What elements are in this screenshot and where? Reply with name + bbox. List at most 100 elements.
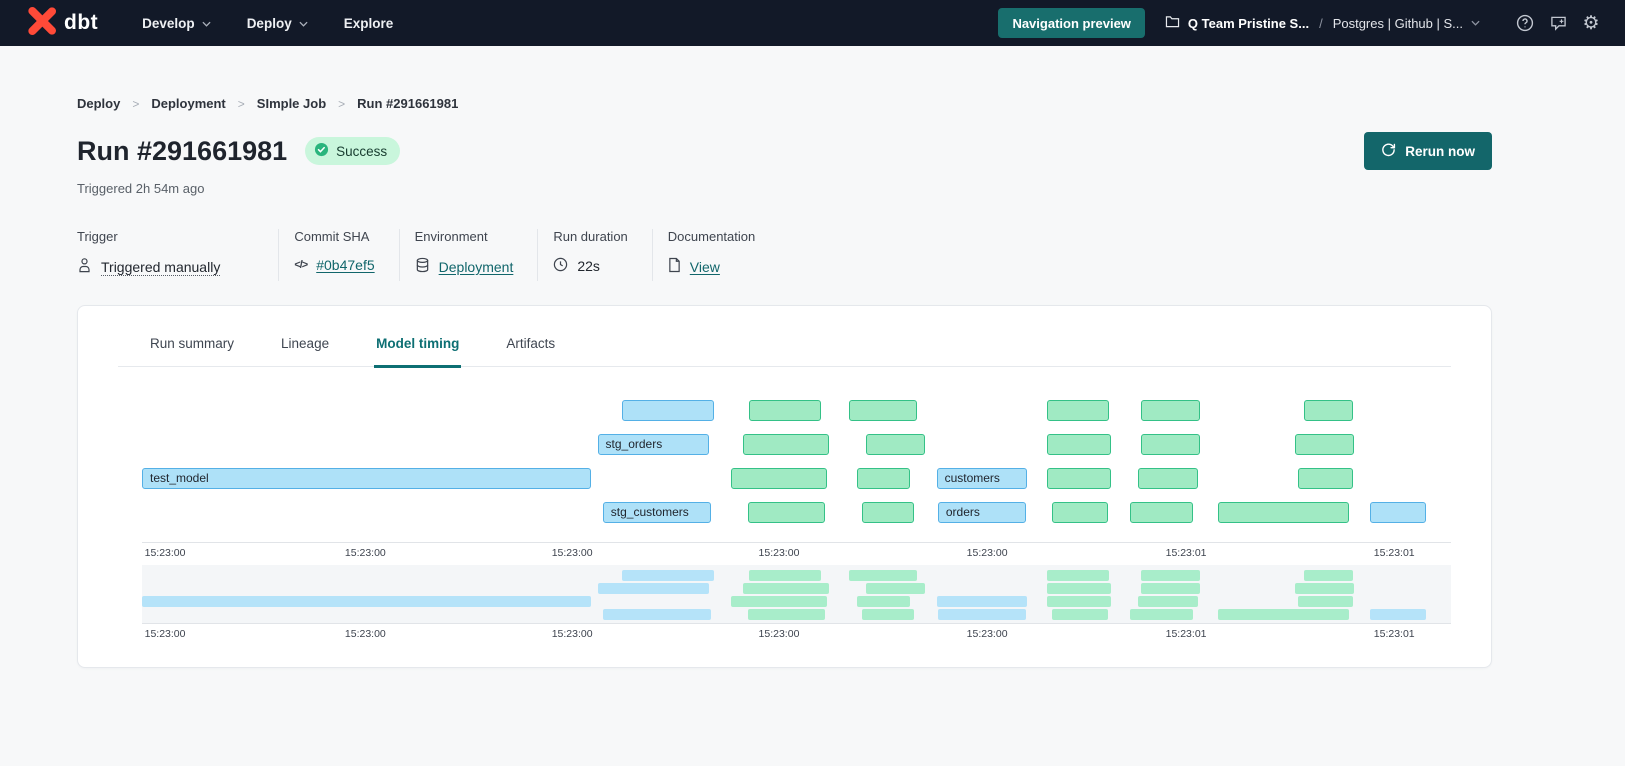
axis-tick-label: 15:23:01 [1166, 628, 1207, 640]
nav-deploy[interactable]: Deploy [247, 16, 308, 31]
test-bar [1218, 609, 1349, 620]
dbt-logo-mark-icon [26, 5, 58, 42]
gantt-row: stg_orders [142, 428, 1451, 462]
page-title: Run #291661981 [77, 136, 287, 167]
test-bar [749, 570, 821, 581]
axis-tick-label: 15:23:01 [1166, 547, 1207, 559]
test-bar[interactable] [1141, 434, 1200, 455]
orders-model-bar [938, 609, 1026, 620]
stg_customers-model-bar[interactable]: stg_customers [603, 502, 712, 523]
test-bar [857, 596, 911, 607]
breadcrumb-deploy[interactable]: Deploy [77, 96, 120, 111]
model-bar[interactable] [1370, 502, 1426, 523]
test-bar[interactable] [749, 400, 821, 421]
gantt-plot-area[interactable]: stg_orders test_model customers stg_custome… [142, 381, 1451, 542]
nav-explore-label: Explore [344, 16, 394, 31]
test-bar [743, 583, 829, 594]
breadcrumb-run[interactable]: Run #291661981 [357, 96, 458, 111]
commit-sha-link[interactable]: #0b47ef5 [316, 257, 374, 273]
test-bar[interactable] [743, 434, 829, 455]
test-bar[interactable] [731, 468, 827, 489]
status-badge: Success [305, 137, 400, 165]
test-bar[interactable] [1141, 400, 1200, 421]
gear-icon[interactable]: ⚙ [1579, 11, 1603, 35]
orders-model-bar[interactable]: orders [938, 502, 1026, 523]
test-bar[interactable] [1218, 502, 1349, 523]
test-bar [1047, 570, 1110, 581]
axis-tick-label: 15:23:00 [552, 547, 593, 559]
test-bar[interactable] [1304, 400, 1352, 421]
test-bar[interactable] [1047, 434, 1111, 455]
triggered-ago-text: Triggered 2h 54m ago [77, 181, 1492, 196]
test-bar[interactable] [1047, 400, 1110, 421]
rerun-now-button[interactable]: Rerun now [1364, 132, 1492, 170]
nav-develop-label: Develop [142, 16, 195, 31]
test-bar [1298, 596, 1353, 607]
model-timing-chart: stg_orders test_model customers stg_custome… [142, 381, 1451, 641]
gantt-row [142, 394, 1451, 428]
test-bar[interactable] [1298, 468, 1353, 489]
test-bar[interactable] [1138, 468, 1198, 489]
dbt-logo[interactable]: dbt [26, 5, 98, 42]
gantt-range-slider[interactable] [142, 565, 1451, 623]
meta-duration-value: 22s [577, 258, 600, 274]
nav-explore[interactable]: Explore [344, 16, 394, 31]
meta-commit-sha: Commit SHA </> #0b47ef5 [278, 229, 398, 281]
test-bar [1047, 596, 1111, 607]
help-icon[interactable] [1513, 11, 1537, 35]
test-bar[interactable] [857, 468, 911, 489]
test-bar [1141, 570, 1200, 581]
rerun-now-label: Rerun now [1405, 144, 1475, 159]
minimap-row [142, 608, 1451, 621]
axis-tick-label: 15:23:00 [967, 547, 1008, 559]
test-bar [1130, 609, 1193, 620]
axis-tick-label: 15:23:01 [1374, 547, 1415, 559]
customers-model-bar[interactable]: customers [937, 468, 1027, 489]
meta-duration-label: Run duration [553, 229, 627, 244]
meta-trigger-label: Trigger [77, 229, 220, 244]
breadcrumb: Deploy > Deployment > SImple Job > Run #… [77, 96, 1492, 111]
account-project-switcher[interactable]: Q Team Pristine S... / Postgres | Github… [1165, 15, 1480, 31]
account-separator: / [1319, 16, 1323, 31]
breadcrumb-deployment[interactable]: Deployment [151, 96, 225, 111]
chevron-down-icon [202, 21, 211, 27]
test-bar[interactable] [866, 434, 925, 455]
test-bar[interactable] [1295, 434, 1354, 455]
tab-lineage[interactable]: Lineage [279, 330, 331, 368]
test-bar[interactable] [748, 502, 825, 523]
stg_orders-model-bar[interactable]: stg_orders [598, 434, 709, 455]
nav-deploy-label: Deploy [247, 16, 292, 31]
breadcrumb-job[interactable]: SImple Job [257, 96, 326, 111]
test-bar[interactable] [1052, 502, 1108, 523]
status-badge-label: Success [336, 144, 387, 159]
meta-trigger-value[interactable]: Triggered manually [101, 259, 220, 275]
breadcrumb-separator: > [238, 97, 245, 111]
breadcrumb-separator: > [338, 97, 345, 111]
test-bar [1295, 583, 1354, 594]
tab-run-summary[interactable]: Run summary [148, 330, 236, 368]
model-bar[interactable] [622, 400, 714, 421]
navigation-preview-button[interactable]: Navigation preview [998, 8, 1144, 38]
feedback-icon[interactable] [1546, 11, 1570, 35]
stg_customers-model-bar [603, 609, 712, 620]
folder-icon [1165, 15, 1180, 31]
test-bar[interactable] [1047, 468, 1111, 489]
test-bar [1138, 596, 1198, 607]
document-icon [668, 257, 681, 276]
test-bar[interactable] [849, 400, 917, 421]
nav-develop[interactable]: Develop [142, 16, 211, 31]
range-slider-time-axis: 15:23:0015:23:0015:23:0015:23:0015:23:00… [142, 623, 1451, 641]
test-bar[interactable] [1130, 502, 1193, 523]
top-navbar: dbt Develop Deploy Explore Navigation pr… [0, 0, 1625, 46]
tab-artifacts[interactable]: Artifacts [504, 330, 557, 368]
axis-tick-label: 15:23:01 [1374, 628, 1415, 640]
meta-documentation-label: Documentation [668, 229, 755, 244]
tab-model-timing[interactable]: Model timing [374, 330, 461, 368]
breadcrumb-separator: > [132, 97, 139, 111]
minimap-row [142, 582, 1451, 595]
test_model-model-bar[interactable]: test_model [142, 468, 591, 489]
environment-link[interactable]: Deployment [439, 259, 514, 275]
documentation-view-link[interactable]: View [690, 259, 720, 275]
test-bar[interactable] [862, 502, 914, 523]
axis-tick-label: 15:23:00 [145, 547, 186, 559]
